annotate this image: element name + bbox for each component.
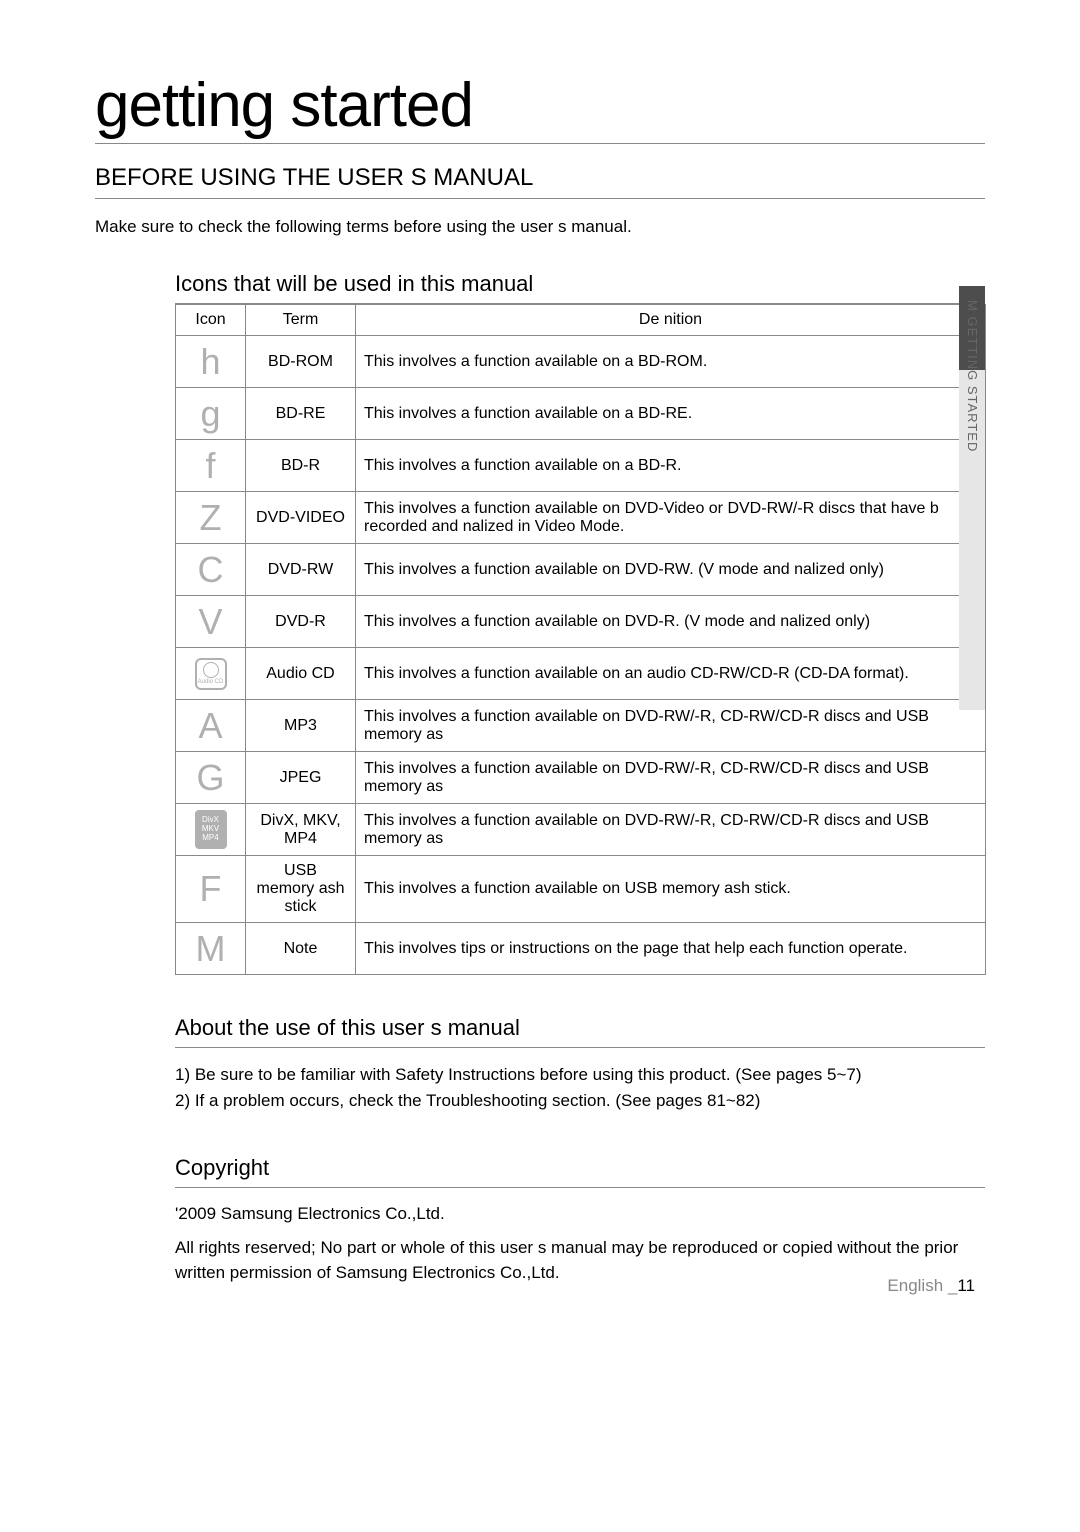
glyph-icon: C (198, 552, 224, 588)
audio-cd-icon: Audio CD (195, 658, 227, 690)
icon-cell: Audio CD (176, 648, 246, 700)
table-row: V DVD-RThis involves a function available… (176, 596, 986, 648)
table-row: Z DVD-VIDEOThis involves a function avail… (176, 492, 986, 544)
glyph-icon: M (196, 931, 226, 967)
definition-cell: This involves a function available on an… (356, 648, 986, 700)
definition-cell: This involves a function available on DV… (356, 804, 986, 856)
definition-cell: This involves a function available on a … (356, 440, 986, 492)
copyright-subtitle: Copyright (175, 1155, 985, 1188)
term-cell: DVD-RW (246, 544, 356, 596)
glyph-icon: G (196, 760, 224, 796)
glyph-icon: V (198, 604, 222, 640)
icon-cell: C (176, 544, 246, 596)
definition-cell: This involves a function available on a … (356, 336, 986, 388)
table-row: Audio CDAudio CDThis involves a function… (176, 648, 986, 700)
table-row: C DVD-RWThis involves a function availabl… (176, 544, 986, 596)
th-term: Term (246, 305, 356, 336)
glyph-icon: Z (200, 500, 222, 536)
table-row: DivXMKVMP4 DivX, MKV, MP4This involves a … (176, 804, 986, 856)
glyph-icon: g (200, 396, 220, 432)
icon-cell: g (176, 388, 246, 440)
term-cell: JPEG (246, 752, 356, 804)
term-cell: Audio CD (246, 648, 356, 700)
icon-cell: DivXMKVMP4 (176, 804, 246, 856)
glyph-icon: A (198, 708, 222, 744)
divx-badge-icon: DivXMKVMP4 (195, 810, 227, 848)
term-cell: Note (246, 923, 356, 975)
icon-cell: f (176, 440, 246, 492)
footer-lang: English _ (887, 1276, 957, 1295)
th-definition: De nition (356, 305, 986, 336)
term-cell: BD-ROM (246, 336, 356, 388)
list-item: 1) Be sure to be familiar with Safety In… (175, 1062, 985, 1088)
icon-cell: G (176, 752, 246, 804)
icon-cell: V (176, 596, 246, 648)
table-row: f BD-RThis involves a function available … (176, 440, 986, 492)
term-cell: MP3 (246, 700, 356, 752)
table-row: h BD-ROMThis involves a function availabl… (176, 336, 986, 388)
definition-cell: This involves tips or instructions on th… (356, 923, 986, 975)
definition-cell: This involves a function available on DV… (356, 544, 986, 596)
icon-cell: M (176, 923, 246, 975)
list-item: 2) If a problem occurs, check the Troubl… (175, 1088, 985, 1114)
definition-cell: This involves a function available on DV… (356, 596, 986, 648)
icon-cell: h (176, 336, 246, 388)
glyph-icon: F (200, 871, 222, 907)
term-cell: DVD-VIDEO (246, 492, 356, 544)
table-row: g BD-REThis involves a function available… (176, 388, 986, 440)
icon-cell: A (176, 700, 246, 752)
definition-cell: This involves a function available on DV… (356, 492, 986, 544)
copyright-text: '2009 Samsung Electronics Co.,Ltd. All ri… (175, 1202, 985, 1286)
icon-cell: Z (176, 492, 246, 544)
icons-table: Icon Term De nition hBD-ROMThis involves… (175, 304, 986, 975)
definition-cell: This involves a function available on DV… (356, 700, 986, 752)
intro-text: Make sure to check the following terms b… (95, 217, 985, 237)
th-icon: Icon (176, 305, 246, 336)
icon-cell: F (176, 856, 246, 923)
table-row: M NoteThis involves tips or instructions … (176, 923, 986, 975)
term-cell: BD-R (246, 440, 356, 492)
copyright-line: All rights reserved; No part or whole of… (175, 1236, 985, 1285)
table-row: G JPEGThis involves a function available … (176, 752, 986, 804)
term-cell: USB memory ash stick (246, 856, 356, 923)
table-row: F USB memory ash stickThis involves a fun… (176, 856, 986, 923)
table-header-row: Icon Term De nition (176, 305, 986, 336)
page-footer: English _11 (887, 1276, 975, 1296)
footer-page-number: 11 (957, 1276, 975, 1295)
definition-cell: This involves a function available on US… (356, 856, 986, 923)
glyph-icon: f (205, 448, 215, 484)
definition-cell: This involves a function available on a … (356, 388, 986, 440)
term-cell: DivX, MKV, MP4 (246, 804, 356, 856)
section-title: BEFORE USING THE USER S MANUAL (95, 164, 985, 199)
manual-page: getting started BEFORE USING THE USER S … (0, 0, 1080, 1356)
page-title: getting started (95, 70, 985, 144)
term-cell: BD-RE (246, 388, 356, 440)
about-subtitle: About the use of this user s manual (175, 1015, 985, 1048)
glyph-icon: h (200, 344, 220, 380)
copyright-line: '2009 Samsung Electronics Co.,Ltd. (175, 1202, 985, 1227)
table-row: A MP3This involves a function available o… (176, 700, 986, 752)
about-list: 1) Be sure to be familiar with Safety In… (175, 1062, 985, 1115)
definition-cell: This involves a function available on DV… (356, 752, 986, 804)
side-tab-label: M GETTING STARTED (965, 300, 980, 452)
icons-subtitle: Icons that will be used in this manual (175, 271, 985, 304)
term-cell: DVD-R (246, 596, 356, 648)
